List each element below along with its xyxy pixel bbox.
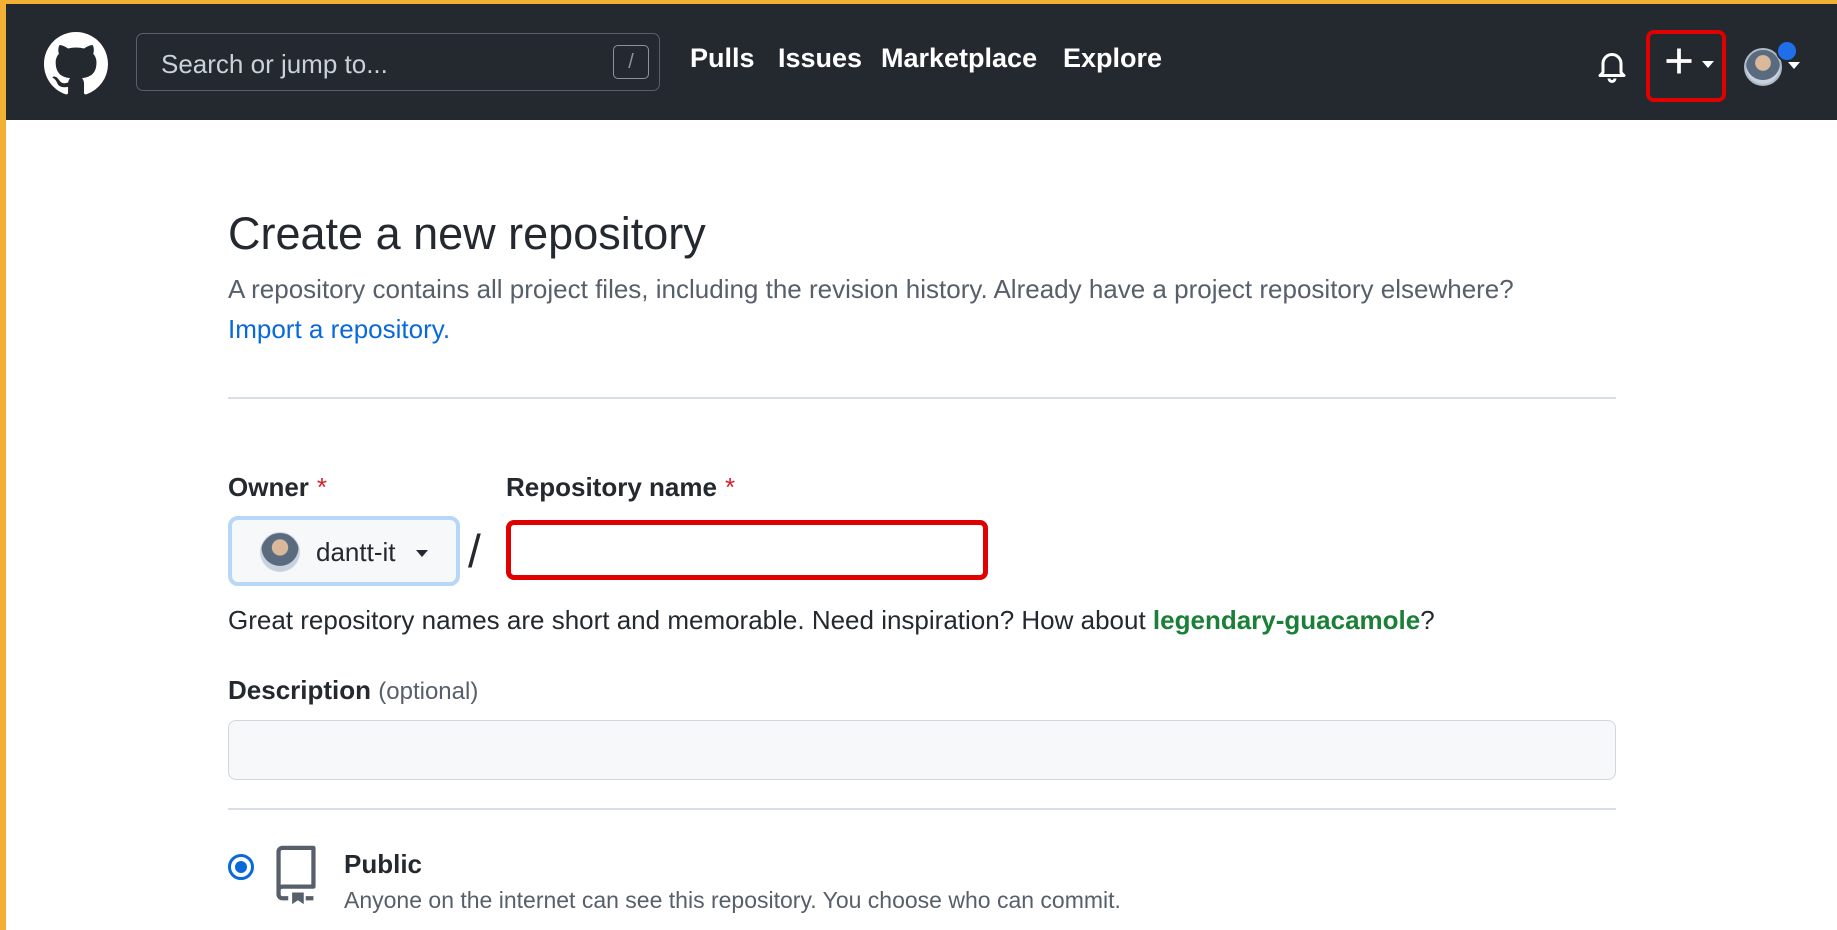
required-mark: * bbox=[724, 472, 736, 502]
owner-label: Owner * bbox=[228, 472, 327, 503]
public-option-label[interactable]: Public bbox=[344, 849, 422, 880]
public-option-description: Anyone on the internet can see this repo… bbox=[344, 887, 1121, 913]
page-title: Create a new repository bbox=[228, 208, 706, 259]
import-repository-link[interactable]: Import a repository. bbox=[228, 314, 450, 345]
nav-explore[interactable]: Explore bbox=[1063, 43, 1162, 74]
nav-issues[interactable]: Issues bbox=[778, 43, 862, 74]
owner-label-text: Owner bbox=[228, 472, 309, 502]
repo-name-label: Repository name * bbox=[506, 472, 735, 503]
optional-tag: (optional) bbox=[378, 678, 479, 705]
hint-text: Great repository names are short and mem… bbox=[228, 605, 1153, 635]
search-placeholder: Search or jump to... bbox=[161, 49, 388, 79]
description-input[interactable] bbox=[228, 720, 1616, 780]
suggested-name-link[interactable]: legendary-guacamole bbox=[1153, 605, 1420, 635]
description-label-text: Description bbox=[228, 675, 372, 705]
divider bbox=[228, 808, 1616, 810]
description-label: Description (optional) bbox=[228, 675, 478, 706]
frame-border-left bbox=[0, 0, 6, 930]
public-radio[interactable] bbox=[228, 854, 254, 880]
repo-book-icon bbox=[276, 845, 316, 905]
owner-avatar bbox=[260, 532, 300, 572]
hint-suffix: ? bbox=[1420, 605, 1435, 635]
avatar-chevron-down-icon[interactable] bbox=[1788, 62, 1800, 69]
status-dot-icon bbox=[1776, 40, 1798, 62]
create-new-dropdown-button[interactable] bbox=[1646, 30, 1726, 102]
top-header: Search or jump to... / Pulls Issues Mark… bbox=[6, 4, 1837, 120]
search-input[interactable]: Search or jump to... / bbox=[136, 33, 660, 91]
owner-select[interactable]: dantt-it bbox=[228, 516, 460, 586]
divider bbox=[228, 397, 1616, 399]
chevron-down-icon bbox=[416, 550, 428, 557]
bell-icon[interactable] bbox=[1594, 47, 1630, 83]
repository-name-input[interactable] bbox=[506, 520, 988, 580]
chevron-down-icon bbox=[1702, 61, 1714, 68]
page-subtitle: A repository contains all project files,… bbox=[228, 274, 1514, 304]
slash-shortcut-icon: / bbox=[613, 45, 649, 79]
nav-pulls[interactable]: Pulls bbox=[690, 43, 755, 74]
repo-name-label-text: Repository name bbox=[506, 472, 717, 502]
owner-value: dantt-it bbox=[316, 537, 396, 567]
owner-repo-separator: / bbox=[468, 525, 481, 577]
frame-border-top bbox=[0, 0, 1837, 4]
plus-icon bbox=[1666, 48, 1692, 74]
github-logo-icon[interactable] bbox=[44, 32, 108, 96]
repo-name-hint: Great repository names are short and mem… bbox=[228, 605, 1435, 636]
nav-marketplace[interactable]: Marketplace bbox=[881, 43, 1037, 74]
required-mark: * bbox=[316, 472, 328, 502]
